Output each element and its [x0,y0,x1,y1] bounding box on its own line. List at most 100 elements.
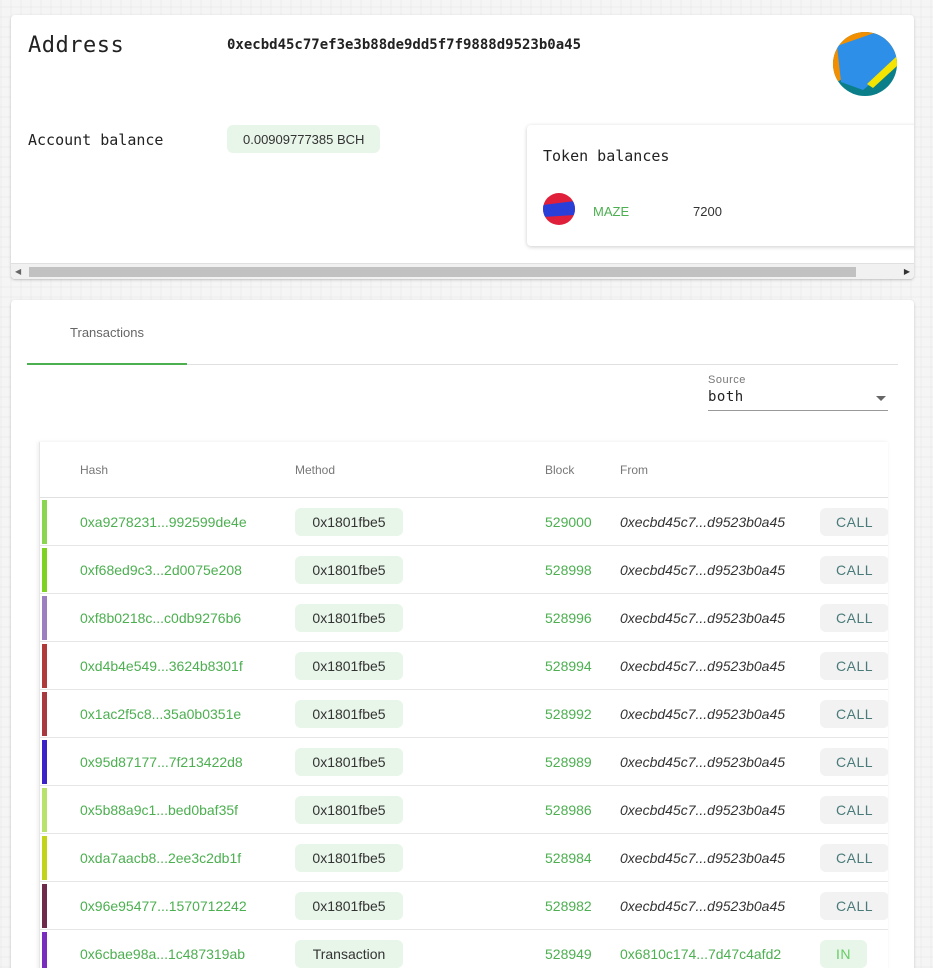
token-icon [543,193,575,225]
token-balances-title: Token balances [543,147,670,165]
tab-transactions[interactable]: Transactions [27,300,187,365]
token-name-link[interactable]: MAZE [593,204,629,219]
chevron-down-icon [876,396,886,401]
method-chip: 0x1801fbe5 [295,604,403,632]
row-color-bar [42,788,47,832]
block-link[interactable]: 528949 [545,946,592,962]
row-color-bar [42,836,47,880]
table-row[interactable]: 0xa9278231...992599de4e 0x1801fbe5 52900… [40,498,888,546]
transactions-card: Transactions Source both Hash Method Blo… [11,300,914,968]
address-card: Address 0xecbd45c77ef3e3b88de9dd5f7f9888… [11,15,914,279]
from-address[interactable]: 0xecbd45c7...d9523b0a45 [620,658,785,674]
from-address[interactable]: 0xecbd45c7...d9523b0a45 [620,514,785,530]
from-address[interactable]: 0xecbd45c7...d9523b0a45 [620,850,785,866]
table-row[interactable]: 0x1ac2f5c8...35a0b0351e 0x1801fbe5 52899… [40,690,888,738]
row-color-bar [42,548,47,592]
scroll-right-icon[interactable]: ▶ [904,267,910,276]
tx-hash-link[interactable]: 0x95d87177...7f213422d8 [80,754,243,770]
tx-hash-link[interactable]: 0x96e95477...1570712242 [80,898,247,914]
row-color-bar [42,596,47,640]
method-chip: 0x1801fbe5 [295,652,403,680]
account-balance-label: Account balance [28,131,164,149]
table-row[interactable]: 0xf68ed9c3...2d0075e208 0x1801fbe5 52899… [40,546,888,594]
row-color-bar [42,740,47,784]
table-row[interactable]: 0x5b88a9c1...bed0baf35f 0x1801fbe5 52898… [40,786,888,834]
row-color-bar [42,500,47,544]
table-row[interactable]: 0x95d87177...7f213422d8 0x1801fbe5 52898… [40,738,888,786]
table-row[interactable]: 0xd4b4e549...3624b8301f 0x1801fbe5 52899… [40,642,888,690]
tab-active-indicator [27,363,187,365]
token-balances-card: Token balances MAZE 7200 [527,125,914,246]
tab-transactions-label: Transactions [70,324,144,340]
row-color-bar [42,932,47,968]
block-link[interactable]: 528992 [545,706,592,722]
column-header-block: Block [545,463,575,477]
direction-badge: CALL [820,700,888,728]
block-link[interactable]: 528984 [545,850,592,866]
method-chip: 0x1801fbe5 [295,844,403,872]
method-chip: 0x1801fbe5 [295,700,403,728]
row-color-bar [42,644,47,688]
from-address[interactable]: 0xecbd45c7...d9523b0a45 [620,898,785,914]
block-link[interactable]: 528989 [545,754,592,770]
direction-badge: CALL [820,604,888,632]
table-row[interactable]: 0x6cbae98a...1c487319ab Transaction 5289… [40,930,888,968]
from-address[interactable]: 0x6810c174...7d47c4afd2 [620,946,781,962]
tx-hash-link[interactable]: 0xf68ed9c3...2d0075e208 [80,562,242,578]
tx-hash-link[interactable]: 0x6cbae98a...1c487319ab [80,946,245,962]
address-label: Address [28,33,125,58]
method-chip: 0x1801fbe5 [295,892,403,920]
scroll-left-icon[interactable]: ◀ [15,267,21,276]
block-link[interactable]: 528996 [545,610,592,626]
direction-badge: CALL [820,892,888,920]
block-link[interactable]: 529000 [545,514,592,530]
source-label: Source [708,374,746,386]
direction-badge: IN [820,940,867,968]
tx-hash-link[interactable]: 0xda7aacb8...2ee3c2db1f [80,850,241,866]
table-row[interactable]: 0xda7aacb8...2ee3c2db1f 0x1801fbe5 52898… [40,834,888,882]
source-select[interactable]: Source both [708,374,888,411]
table-body: 0xa9278231...992599de4e 0x1801fbe5 52900… [40,498,888,968]
direction-badge: CALL [820,652,888,680]
tx-hash-link[interactable]: 0x1ac2f5c8...35a0b0351e [80,706,241,722]
from-address[interactable]: 0xecbd45c7...d9523b0a45 [620,706,785,722]
table-row[interactable]: 0x96e95477...1570712242 0x1801fbe5 52898… [40,882,888,930]
tx-hash-link[interactable]: 0xa9278231...992599de4e [80,514,247,530]
direction-badge: CALL [820,844,888,872]
address-identicon [833,32,897,96]
row-color-bar [42,692,47,736]
row-color-bar [42,884,47,928]
block-link[interactable]: 528994 [545,658,592,674]
token-amount: 7200 [693,204,722,219]
horizontal-scrollbar[interactable]: ◀ ▶ [11,263,914,279]
method-chip: 0x1801fbe5 [295,748,403,776]
source-value: both [708,389,744,405]
table-header: Hash Method Block From [40,442,888,498]
method-chip: 0x1801fbe5 [295,508,403,536]
direction-badge: CALL [820,508,888,536]
account-balance-chip: 0.00909777385 BCH [227,125,381,153]
method-chip: 0x1801fbe5 [295,796,403,824]
direction-badge: CALL [820,556,888,584]
source-select-value[interactable]: both [708,389,888,411]
column-header-method: Method [295,463,336,477]
tab-bar: Transactions [27,300,898,365]
from-address[interactable]: 0xecbd45c7...d9523b0a45 [620,562,785,578]
tx-hash-link[interactable]: 0x5b88a9c1...bed0baf35f [80,802,238,818]
from-address[interactable]: 0xecbd45c7...d9523b0a45 [620,754,785,770]
block-link[interactable]: 528982 [545,898,592,914]
block-link[interactable]: 528986 [545,802,592,818]
block-link[interactable]: 528998 [545,562,592,578]
column-header-hash: Hash [80,463,109,477]
tx-hash-link[interactable]: 0xf8b0218c...c0db9276b6 [80,610,241,626]
tx-hash-link[interactable]: 0xd4b4e549...3624b8301f [80,658,243,674]
scrollbar-thumb[interactable] [29,267,856,277]
table-row[interactable]: 0xf8b0218c...c0db9276b6 0x1801fbe5 52899… [40,594,888,642]
address-value[interactable]: 0xecbd45c77ef3e3b88de9dd5f7f9888d9523b0a… [227,37,581,53]
direction-badge: CALL [820,748,888,776]
method-chip: Transaction [295,940,403,968]
from-address[interactable]: 0xecbd45c7...d9523b0a45 [620,802,785,818]
method-chip: 0x1801fbe5 [295,556,403,584]
from-address[interactable]: 0xecbd45c7...d9523b0a45 [620,610,785,626]
column-header-from: From [620,463,648,477]
